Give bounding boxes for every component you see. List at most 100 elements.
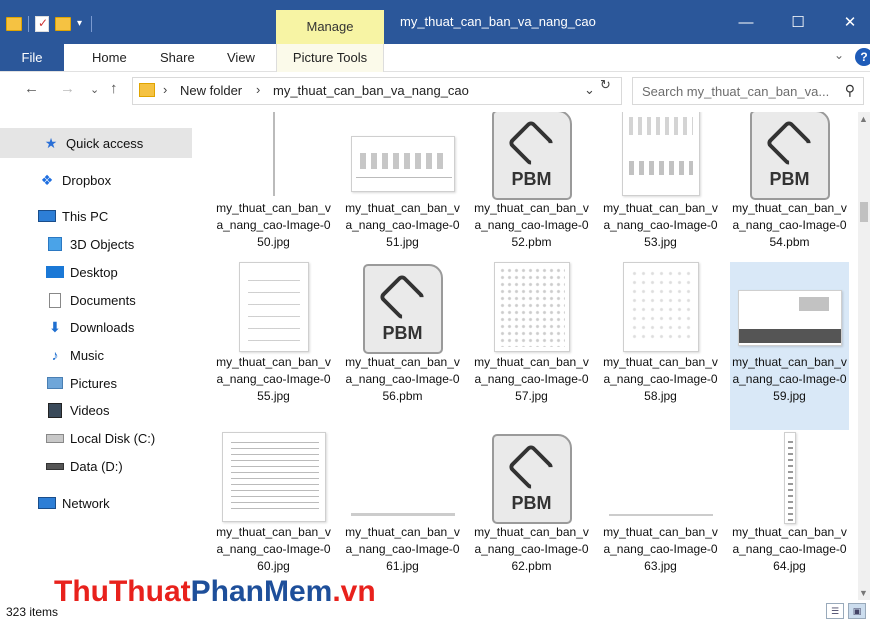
- nav-data-d[interactable]: Data (D:): [0, 451, 192, 481]
- nav-downloads[interactable]: ⬇ Downloads: [0, 312, 192, 342]
- file-tile[interactable]: PBM my_thuat_can_ban_va_nang_cao-Image-0…: [472, 112, 591, 276]
- file-name: my_thuat_can_ban_va_nang_cao-Image-054.p…: [732, 201, 847, 249]
- nav-quick-access[interactable]: ★ Quick access: [0, 128, 192, 158]
- nav-videos[interactable]: Videos: [0, 395, 192, 425]
- toolbar-separator: [28, 16, 29, 32]
- help-icon[interactable]: ?: [855, 48, 870, 66]
- nav-label: Documents: [70, 292, 136, 308]
- nav-label: Local Disk (C:): [70, 430, 156, 446]
- minimize-button[interactable]: —: [726, 8, 766, 38]
- file-tile[interactable]: my_thuat_can_ban_va_nang_cao-Image-064.j…: [730, 432, 849, 600]
- image-thumbnail: [476, 262, 587, 354]
- tab-view[interactable]: View: [227, 44, 255, 71]
- tab-picture-tools[interactable]: Picture Tools: [276, 44, 384, 72]
- nav-label: Music: [70, 347, 104, 363]
- nav-network[interactable]: Network: [0, 488, 192, 518]
- maximize-button[interactable]: ☐: [778, 8, 818, 38]
- nav-label: Quick access: [66, 135, 144, 151]
- watermark-logo: ThuThuatPhanMem.vn: [54, 575, 376, 608]
- chevron-down-icon[interactable]: ⌄: [584, 82, 595, 98]
- scrollbar-thumb[interactable]: [860, 202, 868, 222]
- image-thumbnail: [218, 432, 329, 524]
- search-icon[interactable]: ⚲: [845, 82, 855, 99]
- image-thumbnail: [218, 112, 329, 200]
- manage-tab[interactable]: Manage: [276, 10, 384, 44]
- recent-locations-icon[interactable]: ⌄: [90, 83, 99, 96]
- forward-arrow-icon[interactable]: →: [60, 80, 75, 97]
- up-arrow-icon[interactable]: ↑: [110, 80, 118, 97]
- breadcrumb-current-folder[interactable]: my_thuat_can_ban_va_nang_cao: [273, 83, 469, 98]
- item-count: 323 items: [6, 605, 59, 619]
- videos-icon: [46, 402, 64, 418]
- nav-this-pc[interactable]: This PC: [0, 201, 192, 231]
- nav-3d-objects[interactable]: 3D Objects: [0, 229, 192, 259]
- computer-icon: [38, 208, 56, 224]
- tab-file[interactable]: File: [0, 44, 64, 71]
- local-disk-icon: [46, 430, 64, 446]
- file-tile[interactable]: my_thuat_can_ban_va_nang_cao-Image-057.j…: [472, 262, 591, 430]
- file-tile[interactable]: my_thuat_can_ban_va_nang_cao-Image-063.j…: [601, 432, 720, 600]
- nav-label: Dropbox: [62, 172, 112, 188]
- chevron-down-icon[interactable]: ▾: [77, 19, 85, 29]
- tab-home[interactable]: Home: [92, 44, 127, 71]
- file-tile[interactable]: PBM my_thuat_can_ban_va_nang_cao-Image-0…: [730, 112, 849, 276]
- explorer-window: ▾ Manage my_thuat_can_ban_va_nang_cao — …: [0, 0, 870, 624]
- file-name: my_thuat_can_ban_va_nang_cao-Image-051.j…: [345, 201, 460, 249]
- nav-music[interactable]: ♪ Music: [0, 340, 192, 370]
- title-bar: ▾ Manage my_thuat_can_ban_va_nang_cao — …: [0, 0, 870, 44]
- file-name: my_thuat_can_ban_va_nang_cao-Image-061.j…: [345, 525, 460, 573]
- close-button[interactable]: ✕: [830, 8, 870, 38]
- tab-share[interactable]: Share: [160, 44, 195, 71]
- pbm-file-icon: PBM: [347, 262, 458, 354]
- file-tile[interactable]: my_thuat_can_ban_va_nang_cao-Image-055.j…: [214, 262, 333, 430]
- file-tile[interactable]: my_thuat_can_ban_va_nang_cao-Image-050.j…: [214, 112, 333, 276]
- nav-documents[interactable]: Documents: [0, 285, 192, 315]
- properties-icon[interactable]: [35, 16, 49, 32]
- nav-label: 3D Objects: [70, 236, 135, 252]
- file-tile[interactable]: PBM my_thuat_can_ban_va_nang_cao-Image-0…: [343, 262, 462, 430]
- nav-local-disk-c[interactable]: Local Disk (C:): [0, 423, 192, 453]
- nav-label: Network: [62, 495, 110, 511]
- file-name: my_thuat_can_ban_va_nang_cao-Image-058.j…: [603, 355, 718, 403]
- file-name: my_thuat_can_ban_va_nang_cao-Image-059.j…: [732, 355, 847, 403]
- nav-label: Downloads: [70, 319, 135, 335]
- nav-desktop[interactable]: Desktop: [0, 257, 192, 287]
- file-tile[interactable]: my_thuat_can_ban_va_nang_cao-Image-058.j…: [601, 262, 720, 430]
- vertical-scrollbar[interactable]: ▲ ▼: [858, 112, 870, 602]
- nav-dropbox[interactable]: ❖ Dropbox: [0, 165, 192, 195]
- file-name: my_thuat_can_ban_va_nang_cao-Image-062.p…: [474, 525, 589, 573]
- details-view-icon[interactable]: ☰: [826, 603, 844, 619]
- pictures-icon: [46, 375, 64, 391]
- chevron-right-icon[interactable]: ›: [256, 82, 260, 97]
- large-icons-view-icon[interactable]: ▣: [848, 603, 866, 619]
- nav-label: This PC: [62, 208, 109, 224]
- breadcrumb-new-folder[interactable]: New folder: [180, 83, 242, 98]
- folder-icon[interactable]: [6, 17, 22, 31]
- scroll-down-icon[interactable]: ▼: [859, 588, 868, 598]
- navigation-pane: ★ Quick access ❖ Dropbox This PC 3D Obje…: [0, 112, 192, 600]
- scroll-up-icon[interactable]: ▲: [859, 114, 868, 124]
- refresh-icon[interactable]: ↻: [600, 77, 611, 93]
- expand-ribbon-icon[interactable]: ⌄: [834, 48, 844, 62]
- search-box[interactable]: Search my_thuat_can_ban_va... ⚲: [632, 77, 864, 105]
- desktop-icon: [46, 264, 64, 280]
- address-bar[interactable]: › New folder › my_thuat_can_ban_va_nang_…: [132, 77, 622, 105]
- toolbar-separator: [91, 16, 92, 32]
- dropbox-icon: ❖: [40, 171, 54, 188]
- file-name: my_thuat_can_ban_va_nang_cao-Image-053.j…: [603, 201, 718, 249]
- cube-icon: [46, 236, 64, 252]
- nav-pictures[interactable]: Pictures: [0, 368, 192, 398]
- back-arrow-icon[interactable]: ←: [24, 80, 39, 97]
- file-tile[interactable]: PBM my_thuat_can_ban_va_nang_cao-Image-0…: [472, 432, 591, 600]
- search-placeholder: Search my_thuat_can_ban_va...: [642, 84, 830, 99]
- file-tile-selected[interactable]: my_thuat_can_ban_va_nang_cao-Image-059.j…: [730, 262, 849, 430]
- pbm-file-icon: PBM: [734, 112, 845, 200]
- chevron-right-icon[interactable]: ›: [163, 82, 167, 97]
- folder-icon: [139, 83, 155, 97]
- network-icon: [38, 495, 56, 511]
- nav-label: Videos: [70, 402, 110, 418]
- file-tile[interactable]: my_thuat_can_ban_va_nang_cao-Image-053.j…: [601, 112, 720, 276]
- new-folder-icon[interactable]: [55, 17, 71, 31]
- image-thumbnail: [347, 432, 458, 524]
- file-tile[interactable]: my_thuat_can_ban_va_nang_cao-Image-051.j…: [343, 112, 462, 276]
